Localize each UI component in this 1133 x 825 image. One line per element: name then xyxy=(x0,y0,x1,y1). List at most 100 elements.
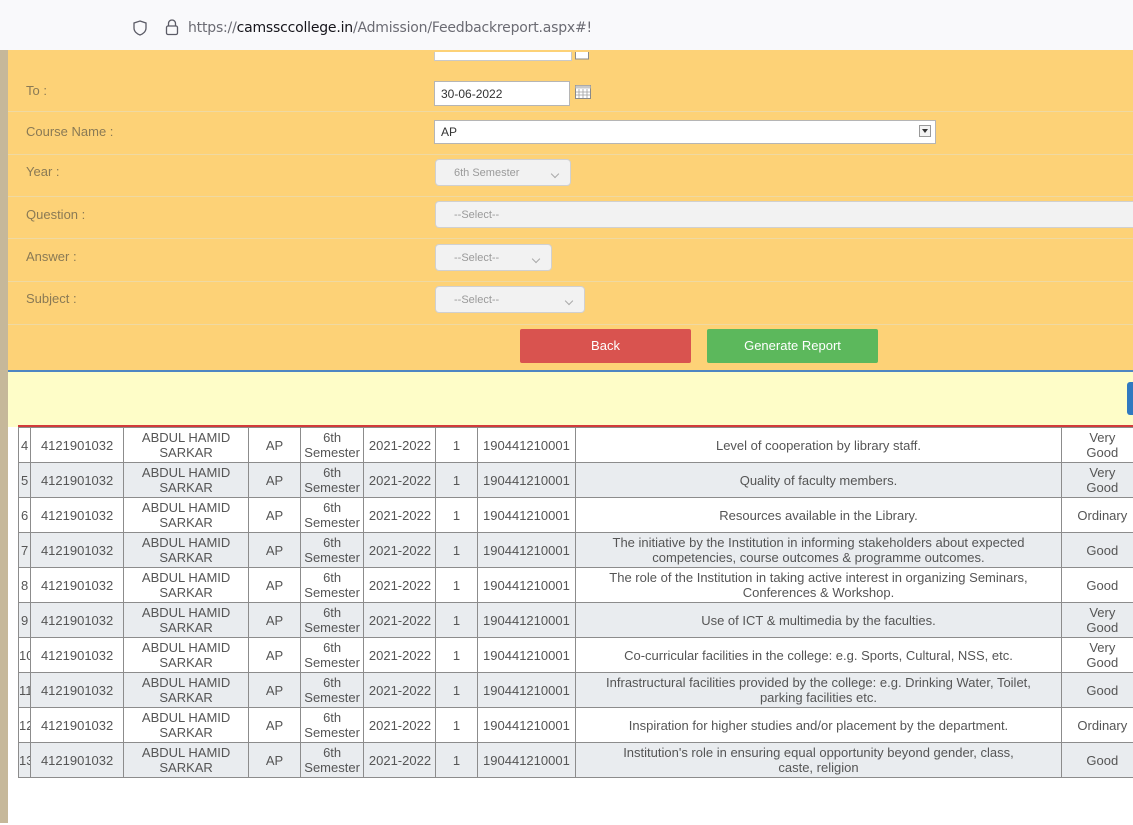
cell-student-name-text: ABDUL HAMID xyxy=(142,570,230,585)
table-row: 124121901032ABDUL HAMIDSARKARAP6thSemest… xyxy=(19,708,1133,743)
cell-count: 1 xyxy=(436,568,477,603)
cell-question: Use of ICT & multimedia by the faculties… xyxy=(576,603,1061,638)
cell-semester-text: Semester xyxy=(304,620,360,635)
cell-roll-no: 4121901032 xyxy=(31,708,124,743)
cell-answer: Good xyxy=(1061,743,1133,778)
cell-registration-no: 190441210001 xyxy=(477,638,576,673)
cell-course: AP xyxy=(249,533,300,568)
cell-session: 2021-2022 xyxy=(364,673,436,708)
cell-question-text: Resources available in the Library. xyxy=(719,508,917,523)
cell-registration-no-text: 190441210001 xyxy=(483,718,570,733)
question-select[interactable]: --Select-- xyxy=(435,201,1133,228)
calendar-icon[interactable] xyxy=(575,85,591,99)
cell-question-text: competencies, course outcomes & programm… xyxy=(652,550,984,565)
cell-sl-text: 9 xyxy=(21,613,28,628)
table-row: 74121901032ABDUL HAMIDSARKARAP6thSemeste… xyxy=(19,533,1133,568)
export-button-partial[interactable] xyxy=(1127,382,1133,415)
cell-sl: 13 xyxy=(19,743,31,778)
course-select[interactable]: AP xyxy=(434,120,936,144)
from-date-input-partial[interactable] xyxy=(434,52,572,61)
browser-url-bar[interactable]: https://camssccollege.in/Admission/Feedb… xyxy=(0,0,1133,51)
cell-registration-no: 190441210001 xyxy=(477,428,576,463)
cell-session: 2021-2022 xyxy=(364,743,436,778)
cell-question-text: Conferences & Workshop. xyxy=(743,585,895,600)
chevron-down-icon xyxy=(532,255,540,263)
cell-question: Co-curricular facilities in the college:… xyxy=(576,638,1061,673)
cell-student-name-text: SARKAR xyxy=(159,620,212,635)
cell-sl: 4 xyxy=(19,428,31,463)
cell-registration-no: 190441210001 xyxy=(477,673,576,708)
question-select-value: --Select-- xyxy=(454,209,499,221)
cell-session-text: 2021-2022 xyxy=(369,543,431,558)
cell-question: Infrastructural facilities provided by t… xyxy=(576,673,1061,708)
calendar-icon[interactable] xyxy=(575,52,589,60)
cell-sl-text: 6 xyxy=(21,508,28,523)
cell-session-text: 2021-2022 xyxy=(369,718,431,733)
cell-student-name: ABDUL HAMIDSARKAR xyxy=(123,638,248,673)
table-row: 54121901032ABDUL HAMIDSARKARAP6thSemeste… xyxy=(19,463,1133,498)
cell-count-text: 1 xyxy=(453,578,460,593)
cell-semester-text: Semester xyxy=(304,725,360,740)
generate-report-button[interactable]: Generate Report xyxy=(707,329,878,363)
cell-sl: 6 xyxy=(19,498,31,533)
cell-question: Level of cooperation by library staff. xyxy=(576,428,1061,463)
question-label: Question : xyxy=(26,207,85,222)
report-toolbar xyxy=(8,370,1133,427)
subject-select[interactable]: --Select-- xyxy=(435,286,585,313)
cell-course-text: AP xyxy=(266,473,283,488)
shield-icon[interactable] xyxy=(133,20,147,36)
url-text[interactable]: https://camssccollege.in/Admission/Feedb… xyxy=(188,20,592,36)
cell-registration-no-text: 190441210001 xyxy=(483,613,570,628)
cell-question-text: The initiative by the Institution in inf… xyxy=(613,535,1025,550)
cell-roll-no-text: 4121901032 xyxy=(41,718,113,733)
cell-course: AP xyxy=(249,708,300,743)
cell-sl-text: 4 xyxy=(21,438,28,453)
table-row: 84121901032ABDUL HAMIDSARKARAP6thSemeste… xyxy=(19,568,1133,603)
cell-semester-text: Semester xyxy=(304,480,360,495)
to-date-input[interactable]: 30-06-2022 xyxy=(434,81,570,106)
lock-icon[interactable] xyxy=(165,19,179,36)
answer-label: Answer : xyxy=(26,249,77,264)
year-select[interactable]: 6th Semester xyxy=(435,159,571,186)
report-table-container[interactable]: 44121901032ABDUL HAMIDSARKARAP6thSemeste… xyxy=(18,425,1133,825)
cell-answer: VeryGood xyxy=(1061,638,1133,673)
cell-semester-text: 6th xyxy=(323,675,341,690)
cell-count-text: 1 xyxy=(453,508,460,523)
cell-sl-text: 5 xyxy=(21,473,28,488)
cell-count-text: 1 xyxy=(453,718,460,733)
cell-semester-text: 6th xyxy=(323,430,341,445)
cell-student-name-text: SARKAR xyxy=(159,445,212,460)
cell-sl: 7 xyxy=(19,533,31,568)
cell-course-text: AP xyxy=(266,718,283,733)
cell-count-text: 1 xyxy=(453,613,460,628)
cell-count-text: 1 xyxy=(453,473,460,488)
cell-question-text: The role of the Institution in taking ac… xyxy=(609,570,1027,585)
cell-answer-text: Ordinary xyxy=(1077,508,1127,523)
cell-student-name-text: SARKAR xyxy=(159,725,212,740)
cell-question-text: parking facilities etc. xyxy=(760,690,877,705)
cell-registration-no-text: 190441210001 xyxy=(483,683,570,698)
cell-semester: 6thSemester xyxy=(300,498,364,533)
cell-answer-text: Very xyxy=(1089,605,1115,620)
table-row: 104121901032ABDUL HAMIDSARKARAP6thSemest… xyxy=(19,638,1133,673)
cell-student-name: ABDUL HAMIDSARKAR xyxy=(123,743,248,778)
chevron-down-icon xyxy=(551,170,559,178)
cell-session-text: 2021-2022 xyxy=(369,578,431,593)
answer-select[interactable]: --Select-- xyxy=(435,244,552,271)
cell-student-name-text: ABDUL HAMID xyxy=(142,535,230,550)
cell-sl: 11 xyxy=(19,673,31,708)
table-row: 64121901032ABDUL HAMIDSARKARAP6thSemeste… xyxy=(19,498,1133,533)
back-button[interactable]: Back xyxy=(520,329,691,363)
cell-registration-no-text: 190441210001 xyxy=(483,753,570,768)
cell-student-name-text: ABDUL HAMID xyxy=(142,640,230,655)
to-row: To : xyxy=(8,68,1133,112)
cell-session-text: 2021-2022 xyxy=(369,473,431,488)
cell-semester: 6thSemester xyxy=(300,603,364,638)
cell-student-name-text: ABDUL HAMID xyxy=(142,465,230,480)
cell-semester-text: Semester xyxy=(304,690,360,705)
cell-student-name: ABDUL HAMIDSARKAR xyxy=(123,498,248,533)
cell-registration-no: 190441210001 xyxy=(477,498,576,533)
cell-roll-no-text: 4121901032 xyxy=(41,543,113,558)
cell-student-name: ABDUL HAMIDSARKAR xyxy=(123,603,248,638)
cell-answer: Ordinary xyxy=(1061,708,1133,743)
